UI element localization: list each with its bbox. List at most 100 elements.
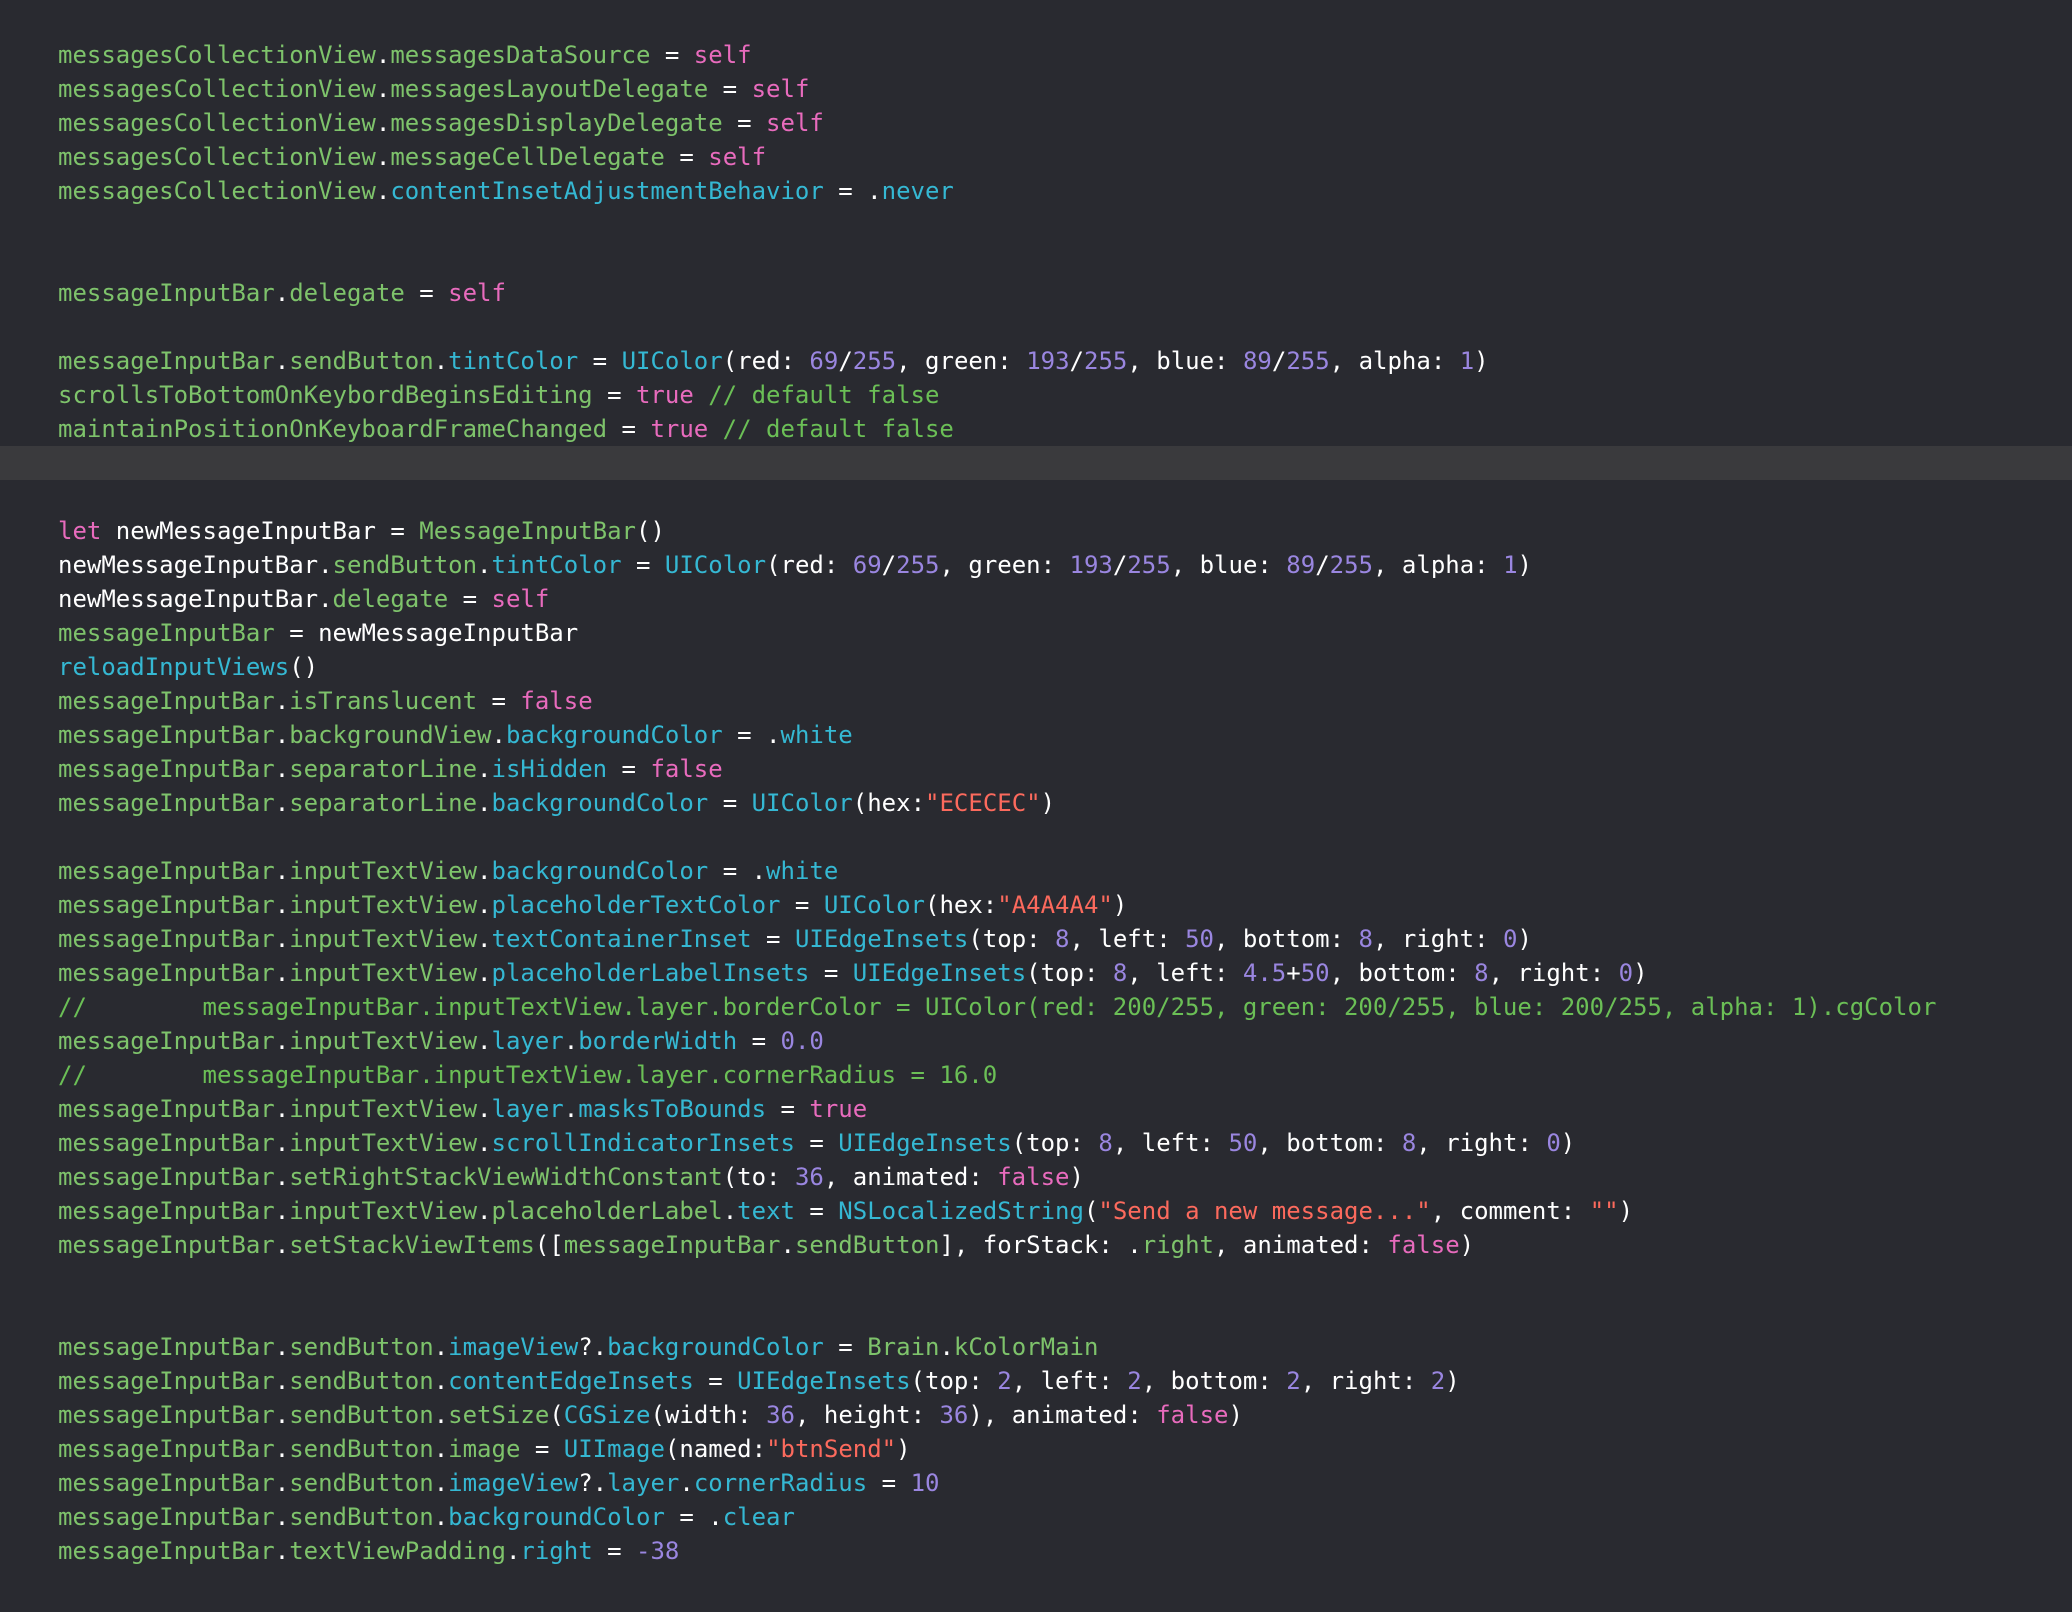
code-line[interactable]: messageInputBar.inputTextView.background… <box>0 854 2072 888</box>
code-token: . <box>375 143 391 171</box>
code-token: , left: <box>1011 1367 1128 1395</box>
code-line[interactable]: messageInputBar.delegate = self <box>0 276 2072 310</box>
code-line[interactable] <box>0 480 2072 514</box>
code-line[interactable]: messageInputBar.sendButton.setSize(CGSiz… <box>0 1398 2072 1432</box>
code-line[interactable]: messageInputBar.sendButton.backgroundCol… <box>0 1500 2072 1534</box>
code-line[interactable]: messageInputBar.inputTextView.placeholde… <box>0 956 2072 990</box>
code-line[interactable]: messageInputBar.separatorLine.isHidden =… <box>0 752 2072 786</box>
code-token: / <box>1315 551 1330 579</box>
code-token: 2 <box>1127 1367 1142 1395</box>
code-token: let <box>58 517 102 545</box>
code-line[interactable]: newMessageInputBar.delegate = self <box>0 582 2072 616</box>
code-line[interactable]: messageInputBar.backgroundView.backgroun… <box>0 718 2072 752</box>
code-editor[interactable]: messagesCollectionView. messagesDataSourc… <box>0 0 2072 1612</box>
code-line[interactable]: let newMessageInputBar = MessageInputBar… <box>0 514 2072 548</box>
code-token: . <box>563 1027 579 1055</box>
code-token: . <box>274 891 290 919</box>
code-token: self <box>693 41 752 69</box>
code-token: messagesCollectionView <box>58 177 376 205</box>
code-line[interactable]: // messageInputBar.inputTextView.layer.b… <box>0 990 2072 1024</box>
code-token: ?. <box>578 1469 608 1497</box>
code-token: messageInputBar <box>58 1129 275 1157</box>
code-token: . <box>274 347 290 375</box>
code-token: . <box>433 1503 449 1531</box>
code-token: = newMessageInputBar <box>274 619 579 647</box>
code-token: 50 <box>1185 925 1214 953</box>
code-token: . <box>274 1027 290 1055</box>
code-line[interactable]: messageInputBar.sendButton.tintColor = U… <box>0 344 2072 378</box>
code-line[interactable] <box>0 242 2072 276</box>
code-token: 0 <box>1618 959 1634 987</box>
code-token: messagesDataSource <box>390 41 651 69</box>
code-line[interactable]: messageInputBar.inputTextView.layer.mask… <box>0 1092 2072 1126</box>
code-token: . <box>274 1537 290 1565</box>
code-token: messageInputBar <box>58 1401 275 1429</box>
code-line[interactable] <box>0 310 2072 344</box>
code-line[interactable] <box>0 1296 2072 1330</box>
code-token: ) <box>1459 1231 1475 1259</box>
code-token: separatorLine <box>289 789 478 817</box>
code-line[interactable]: messagesCollectionView.messagesDataSourc… <box>0 38 2072 72</box>
code-line[interactable]: messageInputBar.separatorLine.background… <box>0 786 2072 820</box>
code-token: messageInputBar <box>58 1469 275 1497</box>
code-token: tintColor <box>448 347 579 375</box>
code-token: = <box>780 891 824 919</box>
code-line[interactable] <box>0 1262 2072 1296</box>
code-token: scrollIndicatorInsets <box>491 1129 795 1157</box>
code-token: delegate <box>289 279 405 307</box>
code-token: . <box>274 721 290 749</box>
code-line[interactable]: maintainPositionOnKeyboardFrameChanged =… <box>0 412 2072 446</box>
current-line-highlight[interactable] <box>0 446 2072 480</box>
code-line[interactable]: messageInputBar.inputTextView.scrollIndi… <box>0 1126 2072 1160</box>
code-line[interactable] <box>0 208 2072 242</box>
code-token: messagesDisplayDelegate <box>390 109 723 137</box>
code-token: = <box>693 1367 738 1395</box>
code-token: setStackViewItems <box>289 1231 535 1259</box>
code-token: 69 <box>809 347 839 375</box>
code-line[interactable]: messageInputBar.sendButton.imageView?.ba… <box>0 1330 2072 1364</box>
code-line[interactable]: messagesCollectionView.contentInsetAdjus… <box>0 174 2072 208</box>
code-token: backgroundColor <box>491 857 709 885</box>
code-line[interactable]: newMessageInputBar.sendButton.tintColor … <box>0 548 2072 582</box>
code-line[interactable]: messageInputBar.sendButton.imageView?.la… <box>0 1466 2072 1500</box>
code-token: contentInsetAdjustmentBehavior <box>390 177 824 205</box>
code-token: . <box>274 1401 290 1429</box>
code-line[interactable]: messageInputBar.inputTextView.placeholde… <box>0 888 2072 922</box>
code-token: imageView <box>448 1469 579 1497</box>
code-line[interactable] <box>0 820 2072 854</box>
code-line[interactable]: messageInputBar.setRightStackViewWidthCo… <box>0 1160 2072 1194</box>
code-line[interactable]: messagesCollectionView.messagesDisplayDe… <box>0 106 2072 140</box>
code-token: , blue: <box>1127 347 1243 375</box>
code-line[interactable]: messageInputBar.inputTextView.layer.bord… <box>0 1024 2072 1058</box>
code-line[interactable]: // messageInputBar.inputTextView.layer.c… <box>0 1058 2072 1092</box>
code-line[interactable]: messagesCollectionView.messagesLayoutDel… <box>0 72 2072 106</box>
code-line[interactable]: messageInputBar.inputTextView.textContai… <box>0 922 2072 956</box>
code-token: sendButton <box>289 1401 434 1429</box>
code-token: = <box>592 1537 637 1565</box>
code-token: = <box>867 1469 911 1497</box>
code-token: (red: <box>722 347 810 375</box>
code-line[interactable]: messageInputBar = newMessageInputBar <box>0 616 2072 650</box>
code-line[interactable]: reloadInputViews() <box>0 650 2072 684</box>
code-token: NSLocalizedString <box>838 1197 1084 1225</box>
code-token: 8 <box>1098 1129 1113 1157</box>
code-token: . <box>274 687 290 715</box>
code-line[interactable]: messageInputBar.sendButton.contentEdgeIn… <box>0 1364 2072 1398</box>
code-line[interactable]: messagesCollectionView.messageCellDelega… <box>0 140 2072 174</box>
code-token: messageInputBar <box>58 1197 275 1225</box>
code-line[interactable]: messageInputBar.sendButton.image = UIIma… <box>0 1432 2072 1466</box>
code-token: 8 <box>1055 925 1070 953</box>
code-token: , left: <box>1112 1129 1229 1157</box>
code-line[interactable]: scrollsToBottomOnKeybordBeginsEditing = … <box>0 378 2072 412</box>
code-token: self <box>448 279 506 307</box>
code-lines[interactable]: messagesCollectionView. messagesDataSourc… <box>0 38 2072 1568</box>
code-token: messageCellDelegate <box>390 143 665 171</box>
code-line[interactable]: messageInputBar.inputTextView.placeholde… <box>0 1194 2072 1228</box>
code-line[interactable]: messageInputBar.isTranslucent = false <box>0 684 2072 718</box>
code-line[interactable]: messageInputBar.setStackViewItems([messa… <box>0 1228 2072 1262</box>
code-token: 69 <box>852 551 882 579</box>
code-token: tintColor <box>491 551 622 579</box>
code-token: messageInputBar <box>58 721 275 749</box>
code-token: = <box>708 789 752 817</box>
code-line[interactable]: messageInputBar.textViewPadding.right = … <box>0 1534 2072 1568</box>
